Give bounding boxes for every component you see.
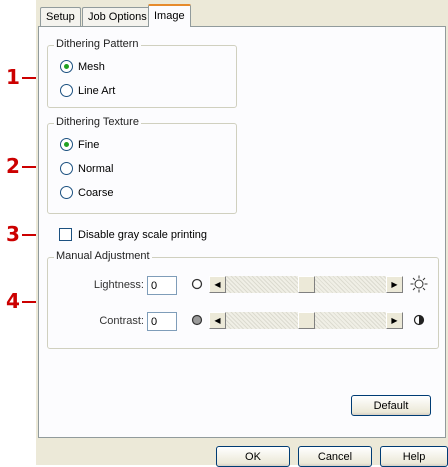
- lightness-input[interactable]: [147, 276, 177, 295]
- tab-image[interactable]: Image: [148, 4, 191, 27]
- checkbox-label: Disable gray scale printing: [78, 228, 208, 241]
- radio-label: Coarse: [78, 186, 114, 199]
- radio-button[interactable]: [60, 162, 73, 175]
- callout-number: 4: [6, 289, 20, 313]
- radio-label: Line Art: [78, 84, 116, 97]
- radio-selected-dot: [64, 64, 69, 69]
- image-tab-page: Dithering Pattern Mesh Line Art Ditherin…: [38, 26, 446, 438]
- radio-selected-dot: [64, 142, 69, 147]
- ok-button[interactable]: OK: [216, 446, 290, 467]
- dithering-pattern-group: Dithering Pattern Mesh Line Art: [47, 38, 237, 108]
- radio-label: Fine: [78, 138, 100, 151]
- radio-fine[interactable]: Fine: [60, 138, 99, 151]
- group-title: Manual Adjustment: [54, 250, 152, 262]
- slider-track[interactable]: [226, 312, 386, 329]
- radio-button[interactable]: [60, 60, 73, 73]
- slider-right-arrow[interactable]: ▶: [386, 276, 403, 293]
- radio-line-art[interactable]: Line Art: [60, 84, 115, 97]
- radio-label: Normal: [78, 162, 114, 175]
- radio-label: Mesh: [78, 60, 105, 73]
- checkbox[interactable]: [59, 228, 72, 241]
- dithering-texture-group: Dithering Texture Fine Normal Coarse: [47, 116, 237, 214]
- slider-left-arrow[interactable]: ◀: [209, 312, 226, 329]
- callout-number: 2: [6, 154, 20, 178]
- tab-setup[interactable]: Setup: [40, 7, 81, 27]
- manual-adjustment-group: Manual Adjustment Lightness: ◀ ▶ Contras…: [47, 250, 439, 349]
- slider-left-arrow[interactable]: ◀: [209, 276, 226, 293]
- hollow-circle-icon: [191, 278, 203, 290]
- radio-normal[interactable]: Normal: [60, 162, 113, 175]
- callout-number: 1: [6, 65, 20, 89]
- tab-job-options[interactable]: Job Options: [82, 7, 153, 27]
- radio-button[interactable]: [60, 186, 73, 199]
- lightness-slider[interactable]: ◀ ▶: [209, 276, 403, 293]
- group-title: Dithering Pattern: [54, 38, 141, 50]
- cancel-button[interactable]: Cancel: [298, 446, 372, 467]
- default-button[interactable]: Default: [351, 395, 431, 416]
- contrast-label: Contrast:: [99, 315, 144, 327]
- slider-right-arrow[interactable]: ▶: [386, 312, 403, 329]
- slider-thumb[interactable]: [298, 276, 315, 293]
- slider-thumb[interactable]: [298, 312, 315, 329]
- lightness-label: Lightness:: [93, 279, 144, 291]
- sun-icon: [410, 275, 428, 293]
- contrast-slider[interactable]: ◀ ▶: [209, 312, 403, 329]
- radio-mesh[interactable]: Mesh: [60, 60, 105, 73]
- half-circle-icon: [413, 314, 425, 326]
- slider-track[interactable]: [226, 276, 386, 293]
- help-button[interactable]: Help: [380, 446, 448, 467]
- radio-button[interactable]: [60, 138, 73, 151]
- disable-gray-scale-checkbox[interactable]: Disable gray scale printing: [59, 228, 207, 241]
- callout-number: 3: [6, 222, 20, 246]
- gray-circle-icon: [191, 314, 203, 326]
- group-title: Dithering Texture: [54, 116, 141, 128]
- radio-button[interactable]: [60, 84, 73, 97]
- radio-coarse[interactable]: Coarse: [60, 186, 113, 199]
- contrast-input[interactable]: [147, 312, 177, 331]
